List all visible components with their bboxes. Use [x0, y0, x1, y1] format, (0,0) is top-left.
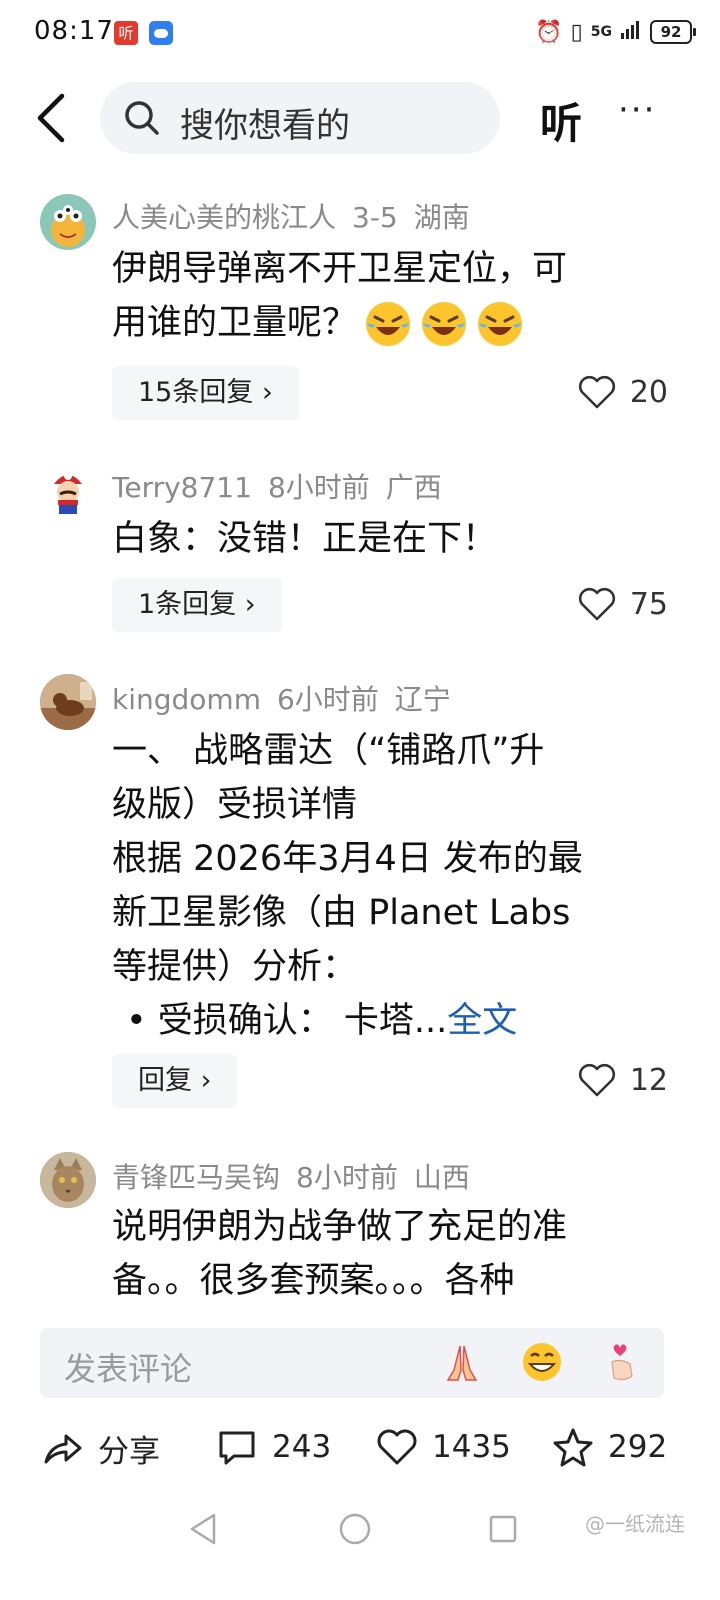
comment-line: 等提供）分析：: [112, 947, 358, 987]
favorite-button[interactable]: 292: [552, 1426, 667, 1468]
comment-count: 243: [272, 1429, 332, 1465]
comment-region: 广西: [385, 471, 442, 504]
bullet-text: • 受损确认： 卡塔...: [126, 1001, 448, 1041]
comment-meta: kingdomm 6小时前 辽宁: [112, 678, 467, 718]
avatar[interactable]: [40, 1152, 96, 1208]
comment-icon: [219, 1431, 255, 1465]
comment-text[interactable]: 一、 战略雷达（“铺路爪”升 级版）受损详情 根据 2026年3月4日 发布的最…: [112, 724, 672, 1048]
more-icon[interactable]: ···: [618, 90, 656, 130]
comment-author[interactable]: Terry8711: [112, 471, 252, 504]
search-input[interactable]: 搜你想看的: [100, 82, 500, 154]
like-button[interactable]: 12: [578, 1062, 668, 1098]
comment-input[interactable]: 发表评论: [40, 1328, 664, 1398]
laugh-cry-emoji-icon: [363, 299, 413, 349]
comment-text[interactable]: 伊朗导弹离不开卫星定位，可 用谁的卫量呢？: [112, 242, 672, 350]
comment-time: 6小时前: [276, 683, 379, 716]
watermark: @一纸流连: [585, 1512, 685, 1536]
comment-bullet-line: • 受损确认： 卡塔...全文: [112, 994, 672, 1048]
comment-line: 用谁的卫量呢？: [112, 296, 672, 350]
comments-button[interactable]: 243: [216, 1426, 331, 1468]
comment-region: 山西: [413, 1161, 470, 1194]
listen-app-icon: 听: [114, 21, 138, 45]
share-icon: [44, 1434, 82, 1463]
action-bar: 分享 243 1435 292: [0, 1410, 720, 1486]
comment-line: 伊朗导弹离不开卫星定位，可: [112, 249, 568, 289]
heart-icon: [578, 1063, 615, 1097]
comment-region: 辽宁: [394, 683, 451, 716]
like-count: 20: [629, 374, 668, 410]
comment-line: 根据 2026年3月4日 发布的最: [112, 839, 583, 879]
comment-meta: 人美心美的桃江人 3-5 湖南: [112, 196, 486, 236]
favorite-count: 292: [608, 1429, 668, 1465]
search-placeholder: 搜你想看的: [180, 106, 350, 146]
comment-author[interactable]: 青锋匹马吴钩: [112, 1161, 280, 1194]
grin-emoji-icon[interactable]: [520, 1340, 564, 1384]
comment-line: 说明伊朗为战争做了充足的准: [112, 1207, 568, 1247]
comment-text[interactable]: 说明伊朗为战争做了充足的准 备。。很多套预案。。。各种: [112, 1200, 672, 1300]
comment-text[interactable]: 白象：没错！正是在下！: [112, 512, 672, 566]
view-replies-button[interactable]: 15条回复 ›: [112, 366, 299, 420]
comment-line: 一、 战略雷达（“铺路爪”升: [112, 731, 545, 771]
pray-emoji-icon[interactable]: [440, 1340, 484, 1384]
comment-author[interactable]: 人美心美的桃江人: [112, 201, 336, 234]
comment-meta: Terry8711 8小时前 广西: [112, 466, 458, 506]
listen-button[interactable]: 听: [540, 90, 582, 151]
comment-line: 白象：没错！正是在下！: [112, 519, 498, 559]
comment-meta: 青锋匹马吴钩 8小时前 山西: [112, 1156, 486, 1196]
top-bar: 搜你想看的 听 ···: [0, 76, 720, 160]
share-button[interactable]: 分享: [42, 1426, 160, 1471]
nav-recent-icon[interactable]: [488, 1514, 518, 1548]
network-type: 5G: [590, 24, 612, 40]
status-bar: 08:17 听 ⏰ ▯ 5G 92: [0, 0, 720, 64]
comment-line-text: 用谁的卫量呢？: [112, 303, 358, 343]
like-count: 12: [629, 1062, 668, 1098]
like-button[interactable]: 20: [578, 374, 668, 410]
avatar[interactable]: [40, 462, 96, 518]
like-count: 75: [629, 586, 668, 622]
comment-time: 8小时前: [296, 1161, 398, 1194]
laugh-cry-emoji-icon: [475, 299, 525, 349]
vibrate-icon: ▯: [570, 19, 583, 45]
comment-line: 备。。很多套预案。。。各种: [112, 1261, 515, 1300]
avatar[interactable]: [40, 194, 96, 250]
heart-icon: [578, 587, 615, 621]
search-icon: [124, 100, 160, 136]
full-text-link[interactable]: 全文: [447, 1001, 517, 1041]
finger-heart-emoji-icon[interactable]: [600, 1340, 644, 1384]
comment-time: 8小时前: [267, 471, 370, 504]
heart-icon: [578, 375, 615, 409]
like-button[interactable]: 75: [578, 586, 668, 622]
heart-icon: [377, 1429, 417, 1465]
star-icon: [553, 1428, 593, 1467]
cloud-app-icon: [149, 21, 173, 45]
nav-back-icon[interactable]: [188, 1512, 218, 1550]
status-time: 08:17: [34, 16, 114, 46]
avatar[interactable]: [40, 674, 96, 730]
share-label: 分享: [98, 1434, 160, 1470]
like-post-count: 1435: [432, 1429, 511, 1465]
comment-placeholder: 发表评论: [64, 1350, 193, 1388]
alarm-icon: ⏰: [535, 19, 563, 45]
comment-line: 级版）受损详情: [112, 785, 358, 825]
comment-line: 新卫星影像（由 Planet Labs: [112, 893, 571, 933]
nav-home-icon[interactable]: [338, 1512, 372, 1550]
back-arrow-icon[interactable]: [32, 92, 72, 144]
like-post-button[interactable]: 1435: [376, 1426, 511, 1468]
battery-icon: 92: [650, 20, 696, 44]
comment-time: 3-5: [352, 201, 398, 234]
comment-region: 湖南: [413, 201, 470, 234]
view-replies-button[interactable]: 1条回复 ›: [112, 578, 282, 632]
comment-item: 青锋匹马吴钩 8小时前 山西 说明伊朗为战争做了充足的准 备。。很多套预案。。。各种: [0, 1150, 720, 1300]
comment-author[interactable]: kingdomm: [112, 683, 261, 716]
reply-button[interactable]: 回复 ›: [112, 1054, 238, 1108]
signal-icon: [620, 18, 642, 46]
laugh-cry-emoji-icon: [419, 299, 469, 349]
status-icons: ⏰ ▯ 5G 92: [535, 18, 696, 46]
